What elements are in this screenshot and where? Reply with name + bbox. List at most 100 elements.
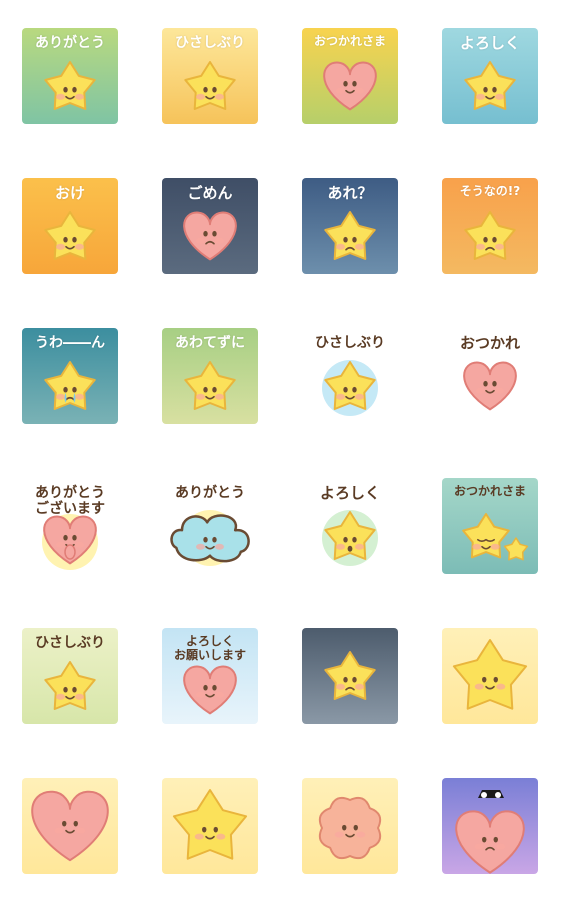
- eye: [63, 236, 68, 243]
- cheek: [54, 827, 64, 834]
- sticker-caption: おつかれさま: [313, 34, 386, 48]
- cheek: [196, 393, 206, 400]
- eye: [203, 536, 208, 543]
- sticker-tile[interactable]: ごめん: [162, 178, 258, 274]
- cheek: [74, 393, 84, 400]
- eye: [352, 676, 357, 683]
- cheek: [56, 243, 66, 250]
- sticker-tile[interactable]: ありがとう: [162, 478, 258, 574]
- eye: [352, 236, 357, 243]
- cheek: [494, 243, 504, 250]
- eye: [483, 86, 488, 93]
- sticker-tile[interactable]: よろしく: [442, 28, 538, 124]
- eye: [72, 86, 77, 93]
- sticker-tile[interactable]: おけ: [22, 178, 118, 274]
- cheek: [214, 691, 224, 698]
- sticker-caption: おつかれ: [459, 334, 520, 352]
- sticker-tile[interactable]: [442, 778, 538, 874]
- sticker-tile[interactable]: ひさしぶり: [162, 28, 258, 124]
- sticker-tile[interactable]: ひさしぶり: [22, 628, 118, 724]
- cheek: [196, 691, 206, 698]
- sticker-tile[interactable]: そうなの!?: [442, 178, 538, 274]
- eye: [212, 86, 217, 93]
- cheek: [56, 693, 66, 700]
- sticker-caption: ひさしぶり: [35, 635, 105, 651]
- mouth: [347, 545, 353, 552]
- sticker-art: [302, 778, 398, 874]
- sticker-tile[interactable]: ありがとう: [22, 28, 118, 124]
- cheek: [474, 843, 484, 850]
- sticker-tile[interactable]: ありがとう ございます: [22, 478, 118, 574]
- eye: [72, 236, 77, 243]
- sticker-tile[interactable]: よろしく お願いします: [162, 628, 258, 724]
- sticker-caption: うわ――ん: [35, 335, 105, 351]
- cheek: [336, 243, 346, 250]
- eye: [63, 386, 68, 393]
- cheek: [336, 87, 346, 94]
- sticker-tile[interactable]: あれ？: [302, 178, 398, 274]
- eye: [63, 534, 68, 541]
- sticker-art: [442, 778, 538, 874]
- cheek: [474, 683, 484, 690]
- cheek: [74, 93, 84, 100]
- eye-white: [481, 792, 487, 798]
- cheek: [214, 393, 224, 400]
- cheek: [496, 683, 506, 690]
- cheek: [216, 833, 226, 840]
- sticker-tile[interactable]: おつかれさま: [302, 28, 398, 124]
- eye: [352, 80, 357, 87]
- cheek: [356, 831, 366, 838]
- praying-hands: [64, 544, 76, 560]
- cheek: [214, 93, 224, 100]
- cheek: [476, 93, 486, 100]
- sticker-caption: ひさしぶり: [175, 35, 245, 51]
- eye: [483, 380, 488, 387]
- sticker-art: [442, 628, 538, 724]
- eye: [493, 676, 498, 683]
- sticker-caption: よろしく: [459, 34, 520, 52]
- cheek: [74, 693, 84, 700]
- cheek: [490, 543, 500, 550]
- sticker-tile[interactable]: [302, 628, 398, 724]
- sticker-tile[interactable]: うわ――ん: [22, 328, 118, 424]
- eye: [213, 826, 218, 833]
- cheek: [336, 543, 346, 550]
- eye: [483, 236, 488, 243]
- cheek: [354, 393, 364, 400]
- sticker-tile[interactable]: [22, 778, 118, 874]
- eye: [342, 824, 347, 831]
- eye: [203, 86, 208, 93]
- eye: [343, 386, 348, 393]
- sticker-tile[interactable]: よろしく: [302, 478, 398, 574]
- sticker-art: [162, 778, 258, 874]
- sticker-tile[interactable]: おつかれさま: [442, 478, 538, 574]
- cheek: [336, 393, 346, 400]
- eye: [343, 80, 348, 87]
- cheek: [56, 393, 66, 400]
- eye: [202, 826, 207, 833]
- eye: [352, 386, 357, 393]
- sticker-caption: そうなの!?: [459, 184, 521, 198]
- eye: [482, 836, 487, 843]
- cheek: [354, 543, 364, 550]
- sticker-tile[interactable]: [162, 778, 258, 874]
- eye: [212, 230, 217, 237]
- cheek: [76, 827, 86, 834]
- sticker-art: [22, 778, 118, 874]
- eye: [62, 820, 67, 827]
- cheek: [194, 833, 204, 840]
- sticker-tile[interactable]: [302, 778, 398, 874]
- sticker-tile[interactable]: [442, 628, 538, 724]
- sticker-tile[interactable]: ひさしぶり: [302, 328, 398, 424]
- sticker-tile[interactable]: あわてずに: [162, 328, 258, 424]
- cheek: [494, 93, 504, 100]
- cheek: [196, 543, 206, 550]
- sticker-tile[interactable]: おつかれ: [442, 328, 538, 424]
- cheek: [354, 87, 364, 94]
- cheek: [354, 243, 364, 250]
- eye-white: [495, 792, 501, 798]
- eye: [72, 534, 77, 541]
- eye: [72, 686, 77, 693]
- eye: [212, 536, 217, 543]
- eye: [493, 836, 498, 843]
